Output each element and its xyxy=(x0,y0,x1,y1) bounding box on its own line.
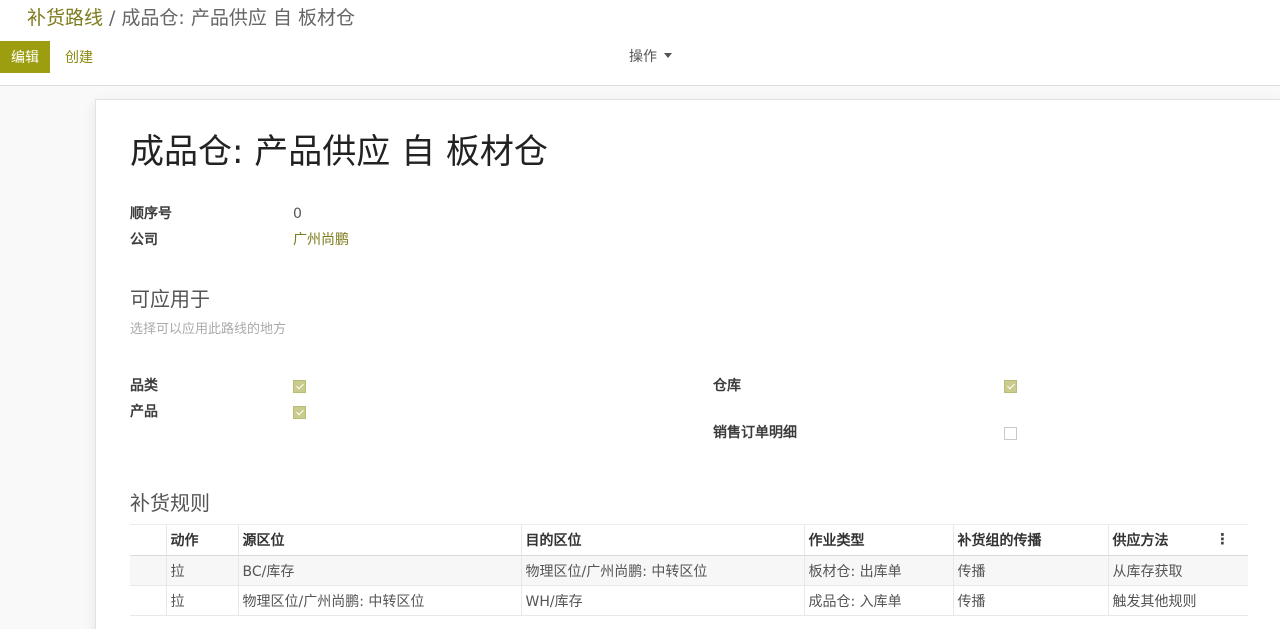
cell-operation-type: 成品仓: 入库单 xyxy=(803,585,953,616)
cell-group-propagation: 传播 xyxy=(952,555,1108,586)
cell-operation-type: 板材仓: 出库单 xyxy=(803,555,953,586)
breadcrumb-separator: / xyxy=(109,7,116,29)
applicable-section-title: 可应用于 xyxy=(130,287,210,311)
row-handle xyxy=(130,555,166,586)
cell-action: 拉 xyxy=(165,585,238,616)
column-header-group-propagation[interactable]: 补货组的传播 xyxy=(952,524,1108,556)
warehouse-label: 仓库 xyxy=(713,378,741,394)
column-header-supply-method-cell: 供应方法 ⋮ xyxy=(1107,524,1248,556)
breadcrumb: 补货路线 / 成品仓: 产品供应 自 板材仓 xyxy=(27,4,355,32)
cell-supply-method: 从库存获取 xyxy=(1107,555,1248,586)
column-header-source-location[interactable]: 源区位 xyxy=(237,524,521,556)
caret-down-icon xyxy=(664,53,672,58)
table-row[interactable]: 拉 物理区位/广州尚鹏: 中转区位 WH/库存 成品仓: 入库单 传播 触发其他… xyxy=(130,585,1248,616)
action-dropdown[interactable]: 操作 xyxy=(629,45,672,69)
record-title: 成品仓: 产品供应 自 板材仓 xyxy=(130,132,548,172)
rules-section-title: 补货规则 xyxy=(130,491,210,515)
column-header-supply-method[interactable]: 供应方法 xyxy=(1113,533,1169,549)
cell-destination-location: WH/库存 xyxy=(520,585,804,616)
cell-action: 拉 xyxy=(165,555,238,586)
sale-order-line-checkbox[interactable] xyxy=(1004,427,1017,440)
column-options-icon[interactable]: ⋮ xyxy=(1215,530,1230,548)
column-header-operation-type[interactable]: 作业类型 xyxy=(803,524,953,556)
cell-supply-method: 触发其他规则 xyxy=(1107,585,1248,616)
product-category-checkbox[interactable] xyxy=(293,380,306,393)
rules-table: 动作 源区位 目的区位 作业类型 补货组的传播 供应方法 ⋮ 拉 BC/库存 物理… xyxy=(130,524,1248,616)
table-header-row: 动作 源区位 目的区位 作业类型 补货组的传播 供应方法 ⋮ xyxy=(130,524,1248,556)
product-checkbox[interactable] xyxy=(293,406,306,419)
sequence-label: 顺序号 xyxy=(130,206,172,222)
action-dropdown-label: 操作 xyxy=(629,49,657,65)
create-button[interactable]: 创建 xyxy=(56,41,102,73)
control-panel: 补货路线 / 成品仓: 产品供应 自 板材仓 编辑 创建 操作 xyxy=(0,0,1280,86)
breadcrumb-current: 成品仓: 产品供应 自 板材仓 xyxy=(121,7,355,29)
cell-group-propagation: 传播 xyxy=(952,585,1108,616)
form-sheet: 成品仓: 产品供应 自 板材仓 顺序号 0 公司 广州尚鹏 可应用于 选择可以应… xyxy=(95,99,1280,629)
cell-source-location: BC/库存 xyxy=(237,555,521,586)
product-category-label: 品类 xyxy=(130,378,158,394)
company-link[interactable]: 广州尚鹏 xyxy=(293,230,349,250)
cell-source-location: 物理区位/广州尚鹏: 中转区位 xyxy=(237,585,521,616)
cell-destination-location: 物理区位/广州尚鹏: 中转区位 xyxy=(520,555,804,586)
company-label: 公司 xyxy=(130,232,158,248)
product-label: 产品 xyxy=(130,404,158,420)
applicable-section-hint: 选择可以应用此路线的地方 xyxy=(130,322,287,337)
row-handle xyxy=(130,585,166,616)
breadcrumb-parent-link[interactable]: 补货路线 xyxy=(27,7,103,29)
table-row[interactable]: 拉 BC/库存 物理区位/广州尚鹏: 中转区位 板材仓: 出库单 传播 从库存获… xyxy=(130,555,1248,586)
warehouse-checkbox[interactable] xyxy=(1004,380,1017,393)
column-header-action[interactable]: 动作 xyxy=(165,524,238,556)
column-header-destination-location[interactable]: 目的区位 xyxy=(520,524,804,556)
sequence-value: 0 xyxy=(293,206,302,222)
header-handle xyxy=(130,524,166,556)
edit-button[interactable]: 编辑 xyxy=(0,41,50,73)
sale-order-line-label: 销售订单明细 xyxy=(713,425,797,441)
